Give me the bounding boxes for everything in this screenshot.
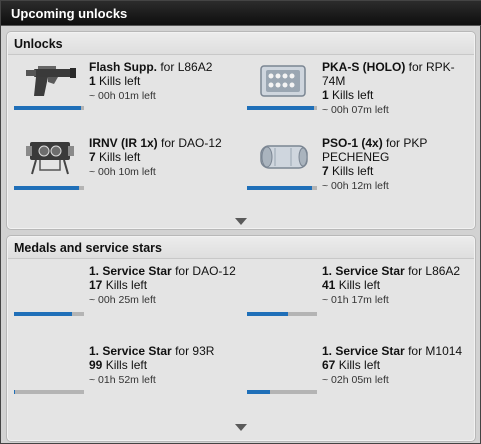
holo-sight-icon	[247, 60, 317, 104]
medal-weapon: for L86A2	[404, 264, 461, 278]
medal-kills-label: Kills left	[335, 278, 381, 292]
unlock-name: IRNV (IR 1x)	[89, 136, 158, 150]
irnv-scope-icon	[14, 136, 84, 180]
medal-item-text: 1. Service Star for L86A2 41 Kills left …	[322, 264, 472, 307]
unlock-kills-count: 1	[322, 88, 329, 102]
medal-progress-bar	[14, 312, 84, 316]
medal-name: 1. Service Star	[322, 264, 405, 278]
unlock-kills-label: Kills left	[328, 88, 374, 102]
medal-weapon: for M1014	[404, 344, 463, 358]
medal-progress-bar	[247, 390, 317, 394]
medal-progress-bar	[247, 312, 317, 316]
unlocks-window: Upcoming unlocks Unlocks Flash Supp. for…	[0, 0, 481, 444]
medal-progress-bar	[14, 390, 84, 394]
unlocks-panel-header: Unlocks	[8, 33, 474, 55]
unlocks-panel: Unlocks Flash Supp. for L86A2 1 Kills le…	[7, 32, 475, 229]
unlock-item[interactable]: IRNV (IR 1x) for DAO-12 7 Kills left ~ 0…	[14, 136, 239, 206]
medal-kills-count: 67	[322, 358, 336, 372]
medal-kills-count: 99	[89, 358, 103, 372]
medal-time-left: ~ 01h 52m left	[89, 374, 156, 386]
unlock-kills-count: 7	[322, 164, 329, 178]
flash-suppressor-pistol-icon	[14, 60, 84, 104]
medal-kills-count: 17	[89, 278, 103, 292]
unlock-progress-bar	[14, 186, 84, 190]
medal-item[interactable]: 1. Service Star for DAO-12 17 Kills left…	[14, 264, 239, 334]
medals-panel-title: Medals and service stars	[14, 241, 162, 255]
unlocks-panel-title: Unlocks	[14, 37, 63, 51]
medal-progress-fill	[247, 312, 289, 316]
unlock-progress-fill	[14, 106, 82, 110]
unlock-item[interactable]: PKA-S (HOLO) for RPK-74M 1 Kills left ~ …	[247, 60, 472, 130]
unlock-name: PKA-S (HOLO)	[322, 60, 406, 74]
medal-name: 1. Service Star	[322, 344, 405, 358]
medals-panel: Medals and service stars 1. Service Star…	[7, 236, 475, 441]
unlock-kills-count: 1	[89, 74, 96, 88]
unlock-item-text: IRNV (IR 1x) for DAO-12 7 Kills left ~ 0…	[89, 136, 239, 179]
medal-item-text: 1. Service Star for M1014 67 Kills left …	[322, 344, 472, 387]
medal-time-left: ~ 00h 25m left	[89, 294, 156, 306]
medal-kills-label: Kills left	[102, 358, 148, 372]
unlock-item-text: PKA-S (HOLO) for RPK-74M 1 Kills left ~ …	[322, 60, 472, 117]
medals-panel-header: Medals and service stars	[8, 237, 474, 259]
unlock-progress-bar	[14, 106, 84, 110]
expand-medals-arrow-icon[interactable]	[235, 424, 247, 431]
unlock-time-left: ~ 00h 12m left	[322, 180, 389, 192]
medal-progress-fill	[247, 390, 271, 394]
medal-item[interactable]: 1. Service Star for L86A2 41 Kills left …	[247, 264, 472, 334]
unlock-name: Flash Supp.	[89, 60, 158, 74]
unlock-progress-bar	[247, 106, 317, 110]
unlock-kills-label: Kills left	[95, 74, 141, 88]
expand-unlocks-arrow-icon[interactable]	[235, 218, 247, 225]
medal-item-text: 1. Service Star for 93R 99 Kills left ~ …	[89, 344, 239, 387]
medal-progress-fill	[14, 390, 15, 394]
medal-item[interactable]: 1. Service Star for 93R 99 Kills left ~ …	[14, 344, 239, 414]
pso-scope-icon	[247, 136, 317, 180]
unlock-item-text: Flash Supp. for L86A2 1 Kills left ~ 00h…	[89, 60, 239, 103]
unlock-name: PSO-1 (4x)	[322, 136, 383, 150]
medal-item[interactable]: 1. Service Star for M1014 67 Kills left …	[247, 344, 472, 414]
medal-weapon: for DAO-12	[171, 264, 236, 278]
window-title: Upcoming unlocks	[11, 6, 128, 21]
medal-item-text: 1. Service Star for DAO-12 17 Kills left…	[89, 264, 239, 307]
unlock-weapon: for L86A2	[157, 60, 213, 74]
medal-kills-label: Kills left	[102, 278, 148, 292]
unlock-kills-label: Kills left	[95, 150, 141, 164]
unlock-progress-bar	[247, 186, 317, 190]
unlock-item-text: PSO-1 (4x) for PKP PECHENEG 7 Kills left…	[322, 136, 472, 193]
unlock-weapon: for DAO-12	[157, 136, 222, 150]
medal-time-left: ~ 01h 17m left	[322, 294, 389, 306]
medal-kills-label: Kills left	[335, 358, 381, 372]
medal-time-left: ~ 02h 05m left	[322, 374, 389, 386]
unlock-progress-fill	[247, 186, 313, 190]
medal-kills-count: 41	[322, 278, 336, 292]
unlock-time-left: ~ 00h 10m left	[89, 166, 156, 178]
unlock-time-left: ~ 00h 07m left	[322, 104, 389, 116]
medal-progress-fill	[14, 312, 73, 316]
unlock-progress-fill	[14, 186, 80, 190]
unlock-item[interactable]: PSO-1 (4x) for PKP PECHENEG 7 Kills left…	[247, 136, 472, 206]
medal-name: 1. Service Star	[89, 344, 172, 358]
window-titlebar: Upcoming unlocks	[1, 1, 481, 26]
unlock-time-left: ~ 00h 01m left	[89, 90, 156, 102]
unlock-item[interactable]: Flash Supp. for L86A2 1 Kills left ~ 00h…	[14, 60, 239, 130]
unlock-progress-fill	[247, 106, 315, 110]
unlock-kills-label: Kills left	[328, 164, 374, 178]
medal-weapon: for 93R	[171, 344, 215, 358]
unlock-kills-count: 7	[89, 150, 96, 164]
medal-name: 1. Service Star	[89, 264, 172, 278]
